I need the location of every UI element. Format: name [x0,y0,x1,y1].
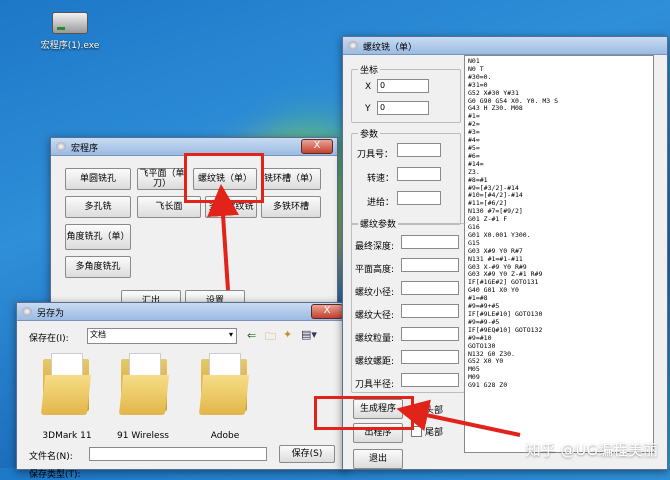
watermark: 知乎 @UG编程美丽 [525,441,658,459]
annotation-arrows [207,184,521,437]
arrow-left [396,399,521,437]
arrow-up [207,184,240,291]
filetype-label: 保存类型(T): [29,470,81,480]
